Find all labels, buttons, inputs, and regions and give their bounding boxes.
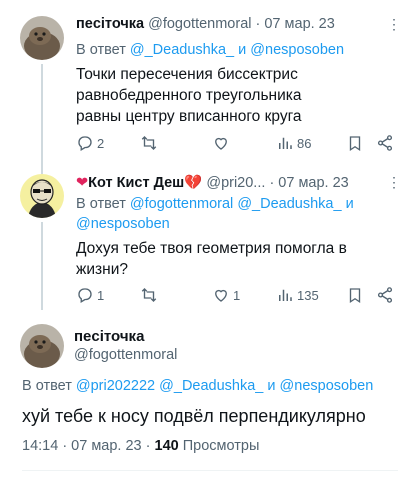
- thread-line: [41, 64, 43, 162]
- tweet-2[interactable]: ❤Кот Кист Деш💔 @pri20... · 07 мар. 23 ⋮ …: [0, 162, 420, 310]
- retweet-button[interactable]: [140, 286, 161, 304]
- author-name[interactable]: пeсiточка: [74, 328, 144, 345]
- thread-line: [41, 222, 43, 310]
- tweet-header: ❤Кот Кист Деш💔 @pri20... · 07 мар. 23: [76, 174, 349, 191]
- author-handle[interactable]: @pri20...: [206, 175, 265, 191]
- tweet-meta: 14:14 · 07 мар. 23 · 140 Просмотры: [22, 438, 259, 454]
- views-icon: [279, 289, 292, 301]
- bookmark-button[interactable]: [346, 286, 364, 304]
- author-handle[interactable]: @fogottenmoral: [74, 347, 177, 363]
- like-count: 1: [233, 287, 241, 303]
- bookmark-button[interactable]: [346, 134, 364, 152]
- avatar[interactable]: [20, 16, 64, 60]
- author-handle[interactable]: @fogottenmoral: [148, 16, 251, 32]
- thread-line: [41, 162, 43, 174]
- avatar[interactable]: [20, 174, 64, 218]
- bookmark-icon: [349, 288, 361, 304]
- author-name[interactable]: Кот Кист Деш: [88, 175, 184, 191]
- mention-link[interactable]: @nesposoben: [280, 378, 374, 394]
- views-button[interactable]: 135: [276, 286, 319, 304]
- divider: [22, 470, 398, 471]
- more-options-icon[interactable]: ⋮: [387, 174, 402, 191]
- views-icon: [279, 137, 292, 149]
- tweet-text: хуй тебе к носу подвёл перпендикулярно: [22, 406, 366, 426]
- reply-to-line: В ответ @_Deadushka_ и @nesposoben: [76, 40, 344, 60]
- reply-icon: [78, 288, 92, 303]
- avatar[interactable]: [20, 324, 64, 368]
- broken-heart-emoji-icon: 💔: [184, 175, 203, 191]
- reply-and: и: [345, 196, 354, 212]
- mention-link[interactable]: @_Deadushka_: [237, 196, 341, 212]
- mention-link[interactable]: @fogottenmoral: [130, 196, 233, 212]
- reply-and: и: [238, 42, 247, 58]
- share-button[interactable]: [376, 286, 394, 304]
- like-button[interactable]: 1: [212, 286, 240, 304]
- tweet-date[interactable]: · 07 мар. 23: [269, 175, 348, 191]
- reply-count: 1: [97, 287, 105, 303]
- reply-prefix: В ответ: [76, 42, 126, 58]
- mention-link[interactable]: @nesposoben: [76, 216, 170, 232]
- heart-emoji-icon: ❤: [76, 175, 89, 191]
- reply-button[interactable]: 2: [76, 134, 104, 152]
- more-options-icon[interactable]: ⋮: [387, 16, 402, 33]
- reply-button[interactable]: 1: [76, 286, 104, 304]
- tweet-timestamp[interactable]: 14:14 · 07 мар. 23 ·: [22, 438, 150, 454]
- reply-prefix: В ответ: [76, 196, 126, 212]
- mention-link[interactable]: @pri202222: [76, 378, 155, 394]
- views-count: 135: [297, 287, 319, 303]
- mention-link[interactable]: @nesposoben: [250, 42, 344, 58]
- tweet-text: Точки пересечения биссектрис равнобедрен…: [76, 66, 302, 125]
- reply-prefix: В ответ: [22, 378, 72, 394]
- tweet-text: Дохуя тебе твоя геометрия помогла в жизн…: [76, 240, 347, 278]
- bookmark-icon: [349, 136, 361, 152]
- views-label[interactable]: Просмотры: [183, 438, 260, 454]
- mention-link[interactable]: @_Deadushka_: [130, 42, 234, 58]
- heart-icon: [215, 137, 227, 150]
- retweet-icon: [141, 136, 157, 150]
- views-count: 140: [154, 438, 179, 454]
- heart-icon: [215, 289, 227, 302]
- retweet-icon: [141, 288, 157, 302]
- tweet-actions: 1 1 135: [76, 286, 396, 306]
- views-button[interactable]: 86: [276, 134, 311, 152]
- like-button[interactable]: [212, 134, 233, 152]
- reply-count: 2: [97, 135, 105, 151]
- tweet-1[interactable]: пeсiточка @fogottenmoral · 07 мар. 23 ⋮ …: [0, 0, 420, 162]
- reply-icon: [78, 136, 92, 151]
- share-button[interactable]: [376, 134, 394, 152]
- share-icon: [377, 135, 393, 151]
- tweet-header: пeсiточка @fogottenmoral · 07 мар. 23: [76, 16, 335, 32]
- reply-to-line: В ответ @pri202222 @_Deadushka_ и @nespo…: [22, 378, 373, 394]
- reply-and: и: [267, 378, 276, 394]
- views-count: 86: [297, 135, 312, 151]
- share-icon: [377, 287, 393, 303]
- mention-link[interactable]: @_Deadushka_: [159, 378, 263, 394]
- tweet-actions: 2 86: [76, 134, 396, 154]
- author-name[interactable]: пeсiточка: [76, 16, 144, 32]
- tweet-date[interactable]: · 07 мар. 23: [256, 16, 335, 32]
- reply-to-line: В ответ @fogottenmoral @_Deadushka_ и @n…: [76, 194, 396, 234]
- main-tweet: пeсiточка @fogottenmoral В ответ @pri202…: [0, 310, 420, 477]
- retweet-button[interactable]: [140, 134, 161, 152]
